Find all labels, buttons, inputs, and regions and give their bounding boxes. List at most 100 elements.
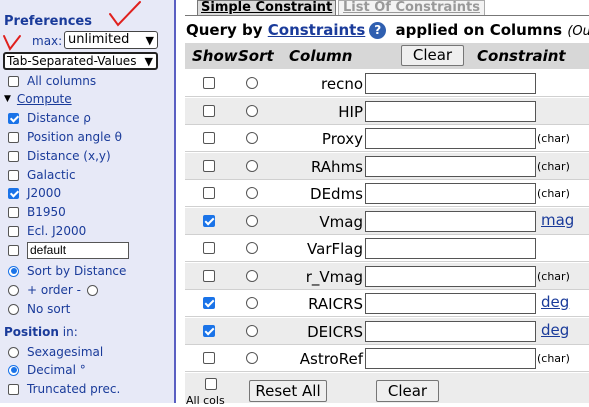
- compute-option[interactable]: Position angle θ: [8, 128, 122, 146]
- compute-checkbox[interactable]: [8, 131, 19, 143]
- tab-simple-constraint[interactable]: Simple Constraint: [197, 0, 337, 16]
- help-icon[interactable]: ?: [369, 22, 387, 39]
- default-option[interactable]: [8, 241, 129, 259]
- constraint-input[interactable]: [365, 183, 536, 204]
- show-checkbox[interactable]: [203, 132, 215, 144]
- show-checkbox[interactable]: [203, 242, 215, 254]
- constraint-input[interactable]: [365, 293, 536, 314]
- column-name: RAICRS: [308, 295, 363, 313]
- constraint-input[interactable]: [365, 320, 536, 342]
- compute-option[interactable]: Ecl. J2000: [8, 222, 86, 240]
- constraint-input[interactable]: [365, 73, 536, 94]
- compute-checkbox[interactable]: [8, 112, 19, 124]
- sort-radio[interactable]: [246, 297, 258, 309]
- clear-bottom-button[interactable]: Clear: [376, 380, 439, 402]
- sort-radio[interactable]: [246, 269, 258, 282]
- compute-option[interactable]: Distance ρ: [8, 109, 91, 127]
- sort-option[interactable]: No sort: [8, 300, 70, 318]
- position-option[interactable]: Decimal °: [8, 361, 86, 379]
- show-checkbox[interactable]: [203, 352, 215, 364]
- position-option[interactable]: Sexagesimal: [8, 343, 103, 361]
- max-label: max:: [32, 34, 63, 48]
- compute-checkbox[interactable]: [8, 206, 19, 218]
- show-checkbox[interactable]: [203, 297, 215, 309]
- sort-radio[interactable]: [8, 284, 19, 296]
- compute-checkbox[interactable]: [8, 187, 19, 199]
- compute-checkbox[interactable]: [8, 150, 19, 162]
- all-columns-checkbox[interactable]: [8, 75, 19, 87]
- all-columns-option[interactable]: All columns: [8, 72, 96, 90]
- unit-label: (char): [537, 159, 570, 173]
- order-descending-radio[interactable]: [87, 284, 99, 296]
- compute-heading[interactable]: ▼ Compute: [4, 90, 72, 108]
- constraint-input[interactable]: [365, 238, 536, 259]
- constraint-input[interactable]: [365, 155, 536, 177]
- tab-list-of-constraints[interactable]: List Of Constraints: [338, 0, 485, 16]
- position-suffix: in:: [58, 325, 78, 339]
- show-checkbox[interactable]: [203, 214, 215, 227]
- unit-label: (char): [537, 352, 570, 365]
- all-columns-label: All columns: [27, 74, 97, 88]
- default-input[interactable]: [27, 241, 129, 259]
- truncated-checkbox[interactable]: [8, 383, 19, 395]
- output-format-value: Tab-Separated-Values: [7, 54, 137, 68]
- column-name: VarFlag: [307, 240, 363, 258]
- tab-divider: [185, 15, 589, 16]
- compute-checkbox[interactable]: [8, 225, 19, 237]
- clear-button[interactable]: Clear: [401, 45, 464, 66]
- constraint-input[interactable]: [365, 100, 536, 122]
- constraint-input[interactable]: [365, 210, 536, 232]
- compute-option-label: J2000: [27, 186, 62, 200]
- sort-radio[interactable]: [246, 77, 258, 89]
- show-checkbox[interactable]: [203, 324, 215, 337]
- sort-radio[interactable]: [246, 187, 258, 199]
- sort-radio[interactable]: [246, 159, 258, 172]
- compute-option[interactable]: Distance (x,y): [8, 147, 111, 165]
- sort-radio[interactable]: [246, 352, 258, 364]
- compute-option[interactable]: Galactic: [8, 166, 76, 184]
- constraint-input[interactable]: [365, 128, 536, 149]
- sort-radio[interactable]: [246, 132, 258, 144]
- compute-label[interactable]: Compute: [17, 92, 72, 106]
- sort-option[interactable]: Sort by Distance: [8, 262, 126, 280]
- sort-radio[interactable]: [246, 324, 258, 337]
- all-cols-checkbox[interactable]: [205, 378, 217, 390]
- sort-radio[interactable]: [246, 104, 258, 117]
- compute-option-label: Galactic: [27, 168, 76, 182]
- show-checkbox[interactable]: [203, 104, 215, 117]
- column-header: Column: [289, 47, 353, 65]
- output-format-select[interactable]: Tab-Separated-Values ▼: [3, 52, 158, 70]
- sort-radio[interactable]: [8, 265, 19, 277]
- sort-option-label: + order -: [27, 283, 82, 297]
- sort-option[interactable]: + order -: [8, 281, 106, 299]
- position-radio[interactable]: [8, 364, 19, 376]
- max-select[interactable]: unlimited ▼: [64, 31, 158, 49]
- position-radio[interactable]: [8, 346, 19, 358]
- table-row: r_Vmag (char): [185, 262, 589, 290]
- compute-option[interactable]: B1950: [8, 203, 66, 221]
- show-checkbox[interactable]: [203, 159, 215, 172]
- constraint-input[interactable]: [365, 265, 536, 287]
- default-checkbox[interactable]: [8, 244, 19, 256]
- constraints-link[interactable]: Constraints: [268, 21, 366, 39]
- show-checkbox[interactable]: [203, 187, 215, 199]
- unit-link[interactable]: deg: [541, 293, 569, 311]
- compute-checkbox[interactable]: [8, 169, 19, 181]
- show-checkbox[interactable]: [203, 77, 215, 89]
- sort-radio[interactable]: [8, 303, 19, 315]
- show-checkbox[interactable]: [203, 269, 215, 282]
- table-row: DEICRS deg: [185, 317, 589, 345]
- compute-option[interactable]: J2000: [8, 184, 61, 202]
- sort-radio[interactable]: [246, 242, 258, 254]
- table-row: VarFlag: [185, 235, 589, 262]
- constraint-input[interactable]: [365, 348, 536, 369]
- truncated-option[interactable]: Truncated prec.: [8, 380, 120, 398]
- unit-label: (char): [537, 187, 570, 200]
- preferences-title: Preferences: [4, 14, 92, 29]
- unit-link[interactable]: mag: [541, 211, 574, 229]
- table-row: recno: [185, 70, 589, 97]
- unit-link[interactable]: deg: [541, 321, 569, 339]
- sort-radio[interactable]: [246, 214, 258, 227]
- reset-all-button[interactable]: Reset All: [249, 380, 327, 402]
- max-select-value: unlimited: [68, 32, 130, 47]
